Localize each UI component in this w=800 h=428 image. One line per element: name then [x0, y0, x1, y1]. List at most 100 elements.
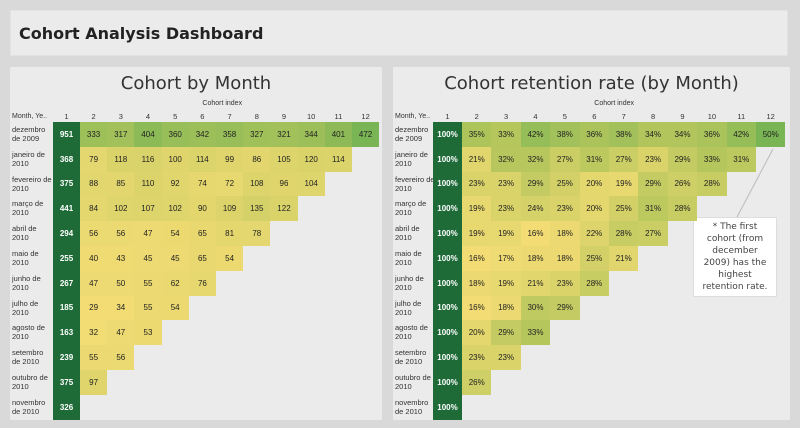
heatmap-cell: 38%: [609, 122, 639, 147]
heatmap-cell: 29%: [550, 295, 580, 321]
column-header: 5: [562, 112, 567, 121]
heatmap-cell: 31%: [726, 146, 756, 172]
row-label: julho de 2010: [395, 298, 422, 317]
heatmap-cell: 28%: [579, 270, 609, 296]
column-header: 4: [533, 112, 538, 121]
heatmap-cell: 19%: [462, 221, 492, 246]
heatmap-cell: 88: [80, 171, 108, 197]
heatmap-cell: 29%: [667, 146, 698, 172]
heatmap-cell: 294: [53, 221, 80, 246]
heatmap-cell: 18%: [491, 295, 521, 321]
column-header: 8: [254, 112, 259, 121]
heatmap-cell: 114: [324, 146, 352, 172]
heatmap-cell: 29: [80, 295, 108, 321]
heatmap-cell: 358: [216, 122, 244, 147]
heatmap-cell: 18%: [550, 221, 580, 246]
panel-title: Cohort by Month: [120, 73, 272, 94]
column-header: 10: [707, 112, 717, 121]
row-header-title: Month, Ye..: [12, 113, 48, 120]
heatmap-cell: 42%: [726, 122, 756, 147]
column-header: 7: [621, 112, 626, 121]
column-header: 1: [445, 112, 450, 121]
row-label: janeiro de 2010: [12, 149, 45, 168]
heatmap-cell: 47: [134, 221, 162, 246]
heatmap-cell: 16%: [520, 221, 551, 246]
heatmap-cell: 31%: [638, 196, 668, 222]
heatmap-cell: 100%: [433, 146, 462, 172]
heatmap-cell: 20%: [579, 196, 609, 222]
heatmap-cell: 50%: [756, 122, 786, 147]
column-header: 4: [145, 112, 151, 121]
heatmap-cell: 100: [161, 146, 189, 172]
row-header-title: Month, Ye..: [395, 113, 431, 120]
row-label: julho de 2010: [12, 298, 39, 317]
column-header: 8: [651, 112, 656, 121]
heatmap-cell: 56: [107, 221, 135, 246]
row-label: dezembro de 2009: [12, 125, 46, 143]
heatmap-cell: 18%: [520, 246, 551, 271]
heatmap-cell: 78: [243, 221, 271, 246]
heatmap-cell: 104: [297, 171, 325, 197]
heatmap-cell: 23%: [491, 171, 521, 197]
heatmap-cell: 55: [134, 270, 162, 296]
heatmap-cell: 344: [297, 122, 325, 147]
heatmap-cell: 33%: [491, 122, 521, 147]
heatmap-cell: 109: [216, 196, 244, 222]
column-header: 9: [680, 112, 685, 121]
heatmap-cell: 79: [80, 146, 108, 172]
heatmap-cell: 35%: [462, 122, 492, 147]
heatmap-cell: 327: [243, 122, 271, 147]
heatmap-cell: 26%: [667, 171, 698, 197]
row-label: maio de 2010: [12, 249, 39, 267]
heatmap-cell: 54: [161, 221, 189, 246]
heatmap-cell: 56: [80, 221, 108, 246]
row-label: dezembro de 2009: [395, 125, 429, 143]
heatmap-cell: 100%: [433, 122, 462, 147]
heatmap-cell: 951: [53, 122, 80, 147]
column-header: 2: [91, 112, 96, 121]
heatmap-cell: 96: [270, 171, 298, 197]
heatmap-cell: 100%: [433, 370, 462, 395]
heatmap-cell: 18%: [462, 270, 492, 296]
heatmap-cell: 122: [270, 196, 298, 222]
heatmap-cell: 116: [134, 146, 162, 172]
row-label: março de 2010: [395, 199, 427, 218]
heatmap-cell: 74: [188, 171, 216, 197]
heatmap-cell: 90: [188, 196, 216, 222]
heatmap-cell: 16%: [462, 295, 492, 321]
heatmap-cell: 92: [161, 171, 189, 197]
row-label: agosto de 2010: [395, 323, 428, 342]
row-label: abril de 2010: [395, 224, 420, 243]
heatmap-cell: 375: [53, 171, 80, 197]
heatmap-cell: 26%: [462, 370, 492, 395]
row-label: novembro de 2010: [395, 397, 429, 416]
heatmap-cell: 19%: [462, 196, 492, 222]
cohort-index-title: Cohort index: [594, 100, 634, 107]
heatmap-cell: 32%: [520, 146, 551, 172]
heatmap-cell: 163: [53, 320, 80, 346]
column-header: 5: [173, 112, 178, 121]
heatmap-cell: 29%: [638, 171, 668, 197]
heatmap-cell: 54: [161, 295, 189, 321]
row-label: agosto de 2010: [12, 323, 45, 342]
heatmap-cell: 65: [188, 246, 216, 271]
heatmap-cell: 32: [80, 320, 108, 346]
heatmap-cell: 97: [80, 370, 108, 395]
heatmap-cell: 47: [107, 320, 135, 346]
heatmap-cell: 45: [134, 246, 162, 271]
heatmap-cell: 28%: [609, 221, 639, 246]
heatmap-cell: 100%: [433, 345, 462, 370]
heatmap-cell: 42%: [520, 122, 551, 147]
heatmap-cell: 100%: [433, 320, 462, 346]
row-label: setembro de 2010: [12, 348, 44, 367]
row-label: setembro de 2010: [395, 348, 427, 367]
heatmap-cell: 27%: [609, 146, 639, 172]
heatmap-cell: 120: [297, 146, 325, 172]
heatmap-cell: 76: [188, 270, 216, 296]
heatmap-cell: 72: [216, 171, 244, 197]
heatmap-cell: 100%: [433, 221, 462, 246]
heatmap-cell: 22%: [579, 221, 609, 246]
panel-title: Cohort retention rate (by Month): [444, 73, 739, 94]
heatmap-cell: 30%: [520, 295, 551, 321]
heatmap-cell: 53: [134, 320, 162, 346]
